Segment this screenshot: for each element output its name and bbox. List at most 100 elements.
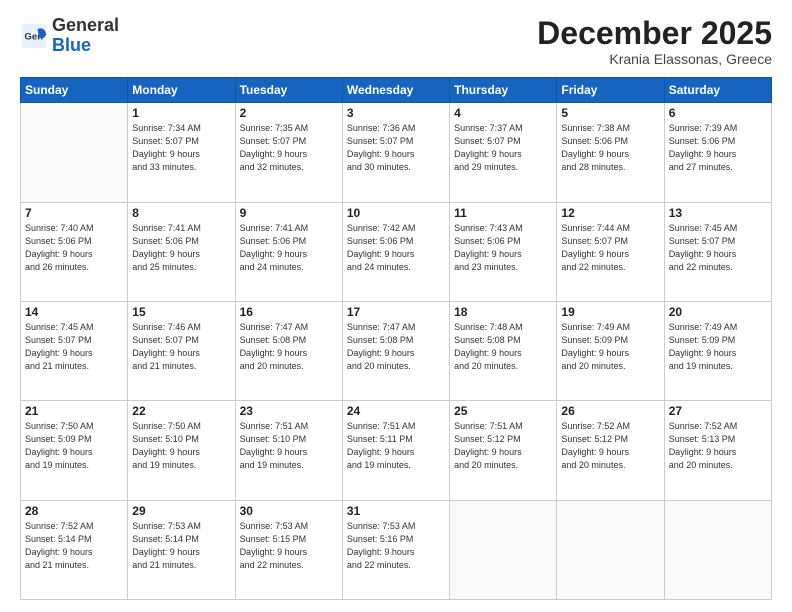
day-info: Sunrise: 7:40 AMSunset: 5:06 PMDaylight:…: [25, 222, 123, 274]
day-number: 13: [669, 206, 767, 220]
calendar-cell: 7 Sunrise: 7:40 AMSunset: 5:06 PMDaylight…: [21, 202, 128, 301]
day-number: 4: [454, 106, 552, 120]
calendar-cell: 1 Sunrise: 7:34 AMSunset: 5:07 PMDaylight…: [128, 103, 235, 202]
logo: Gen General Blue: [20, 16, 119, 56]
calendar-cell: [450, 500, 557, 599]
logo-blue: Blue: [52, 35, 91, 55]
day-info: Sunrise: 7:42 AMSunset: 5:06 PMDaylight:…: [347, 222, 445, 274]
day-info: Sunrise: 7:50 AMSunset: 5:09 PMDaylight:…: [25, 420, 123, 472]
calendar-cell: 5 Sunrise: 7:38 AMSunset: 5:06 PMDaylight…: [557, 103, 664, 202]
calendar-table: SundayMondayTuesdayWednesdayThursdayFrid…: [20, 77, 772, 600]
calendar-cell: 21 Sunrise: 7:50 AMSunset: 5:09 PMDayligh…: [21, 401, 128, 500]
day-number: 2: [240, 106, 338, 120]
calendar-cell: [557, 500, 664, 599]
day-number: 16: [240, 305, 338, 319]
day-number: 29: [132, 504, 230, 518]
calendar-cell: 11Sunrise: 7:43 AMSunset: 5:06 PMDayligh…: [450, 202, 557, 301]
logo-general: General: [52, 15, 119, 35]
day-number: 15: [132, 305, 230, 319]
day-info: Sunrise: 7:48 AMSunset: 5:08 PMDaylight:…: [454, 321, 552, 373]
day-info: Sunrise: 7:47 AMSunset: 5:08 PMDaylight:…: [240, 321, 338, 373]
calendar-cell: [664, 500, 771, 599]
month-year: December 2025: [537, 16, 772, 51]
day-number: 17: [347, 305, 445, 319]
calendar-cell: 2 Sunrise: 7:35 AMSunset: 5:07 PMDaylight…: [235, 103, 342, 202]
calendar-cell: 26 Sunrise: 7:52 AMSunset: 5:12 PMDayligh…: [557, 401, 664, 500]
day-number: 18: [454, 305, 552, 319]
day-info: Sunrise: 7:45 AMSunset: 5:07 PMDaylight:…: [669, 222, 767, 274]
calendar-cell: 18 Sunrise: 7:48 AMSunset: 5:08 PMDayligh…: [450, 301, 557, 400]
day-info: Sunrise: 7:45 AMSunset: 5:07 PMDaylight:…: [25, 321, 123, 373]
day-info: Sunrise: 7:51 AMSunset: 5:11 PMDaylight:…: [347, 420, 445, 472]
day-number: 30: [240, 504, 338, 518]
weekday-header: Tuesday: [235, 78, 342, 103]
day-number: 9: [240, 206, 338, 220]
calendar-cell: 28 Sunrise: 7:52 AMSunset: 5:14 PMDayligh…: [21, 500, 128, 599]
day-number: 27: [669, 404, 767, 418]
day-info: Sunrise: 7:35 AMSunset: 5:07 PMDaylight:…: [240, 122, 338, 174]
calendar-cell: 6 Sunrise: 7:39 AMSunset: 5:06 PMDaylight…: [664, 103, 771, 202]
day-number: 19: [561, 305, 659, 319]
day-info: Sunrise: 7:52 AMSunset: 5:13 PMDaylight:…: [669, 420, 767, 472]
calendar-cell: 24 Sunrise: 7:51 AMSunset: 5:11 PMDayligh…: [342, 401, 449, 500]
calendar-cell: 23Sunrise: 7:51 AMSunset: 5:10 PMDayligh…: [235, 401, 342, 500]
day-info: Sunrise: 7:49 AMSunset: 5:09 PMDaylight:…: [561, 321, 659, 373]
day-info: Sunrise: 7:53 AMSunset: 5:14 PMDaylight:…: [132, 520, 230, 572]
day-number: 10: [347, 206, 445, 220]
day-number: 25: [454, 404, 552, 418]
day-info: Sunrise: 7:34 AMSunset: 5:07 PMDaylight:…: [132, 122, 230, 174]
calendar-cell: 9Sunrise: 7:41 AMSunset: 5:06 PMDaylight…: [235, 202, 342, 301]
day-info: Sunrise: 7:36 AMSunset: 5:07 PMDaylight:…: [347, 122, 445, 174]
day-number: 11: [454, 206, 552, 220]
weekday-header: Sunday: [21, 78, 128, 103]
day-number: 14: [25, 305, 123, 319]
calendar-cell: 4 Sunrise: 7:37 AMSunset: 5:07 PMDaylight…: [450, 103, 557, 202]
calendar-cell: 14 Sunrise: 7:45 AMSunset: 5:07 PMDayligh…: [21, 301, 128, 400]
header: Gen General Blue December 2025 Krania El…: [20, 16, 772, 67]
calendar-cell: 10 Sunrise: 7:42 AMSunset: 5:06 PMDayligh…: [342, 202, 449, 301]
day-number: 24: [347, 404, 445, 418]
calendar-cell: 17Sunrise: 7:47 AMSunset: 5:08 PMDayligh…: [342, 301, 449, 400]
weekday-header: Friday: [557, 78, 664, 103]
day-info: Sunrise: 7:39 AMSunset: 5:06 PMDaylight:…: [669, 122, 767, 174]
day-info: Sunrise: 7:44 AMSunset: 5:07 PMDaylight:…: [561, 222, 659, 274]
title-block: December 2025 Krania Elassonas, Greece: [537, 16, 772, 67]
day-info: Sunrise: 7:51 AMSunset: 5:12 PMDaylight:…: [454, 420, 552, 472]
calendar-cell: 22 Sunrise: 7:50 AMSunset: 5:10 PMDayligh…: [128, 401, 235, 500]
day-number: 7: [25, 206, 123, 220]
day-number: 26: [561, 404, 659, 418]
day-number: 28: [25, 504, 123, 518]
day-info: Sunrise: 7:49 AMSunset: 5:09 PMDaylight:…: [669, 321, 767, 373]
day-number: 3: [347, 106, 445, 120]
day-info: Sunrise: 7:37 AMSunset: 5:07 PMDaylight:…: [454, 122, 552, 174]
day-number: 6: [669, 106, 767, 120]
day-info: Sunrise: 7:52 AMSunset: 5:14 PMDaylight:…: [25, 520, 123, 572]
day-info: Sunrise: 7:51 AMSunset: 5:10 PMDaylight:…: [240, 420, 338, 472]
day-number: 21: [25, 404, 123, 418]
location: Krania Elassonas, Greece: [537, 51, 772, 67]
day-info: Sunrise: 7:38 AMSunset: 5:06 PMDaylight:…: [561, 122, 659, 174]
day-number: 8: [132, 206, 230, 220]
day-number: 1: [132, 106, 230, 120]
calendar-cell: 27 Sunrise: 7:52 AMSunset: 5:13 PMDayligh…: [664, 401, 771, 500]
weekday-header: Thursday: [450, 78, 557, 103]
weekday-header: Monday: [128, 78, 235, 103]
day-info: Sunrise: 7:41 AMSunset: 5:06 PMDaylight:…: [132, 222, 230, 274]
day-info: Sunrise: 7:53 AMSunset: 5:16 PMDaylight:…: [347, 520, 445, 572]
weekday-header: Wednesday: [342, 78, 449, 103]
logo-icon: Gen: [20, 22, 48, 50]
calendar-cell: 12Sunrise: 7:44 AMSunset: 5:07 PMDayligh…: [557, 202, 664, 301]
calendar-cell: 8 Sunrise: 7:41 AMSunset: 5:06 PMDaylight…: [128, 202, 235, 301]
logo-text: General Blue: [52, 16, 119, 56]
day-info: Sunrise: 7:50 AMSunset: 5:10 PMDaylight:…: [132, 420, 230, 472]
day-number: 22: [132, 404, 230, 418]
calendar-cell: 25 Sunrise: 7:51 AMSunset: 5:12 PMDayligh…: [450, 401, 557, 500]
weekday-header: Saturday: [664, 78, 771, 103]
calendar-cell: 15Sunrise: 7:46 AMSunset: 5:07 PMDayligh…: [128, 301, 235, 400]
calendar-cell: 13 Sunrise: 7:45 AMSunset: 5:07 PMDayligh…: [664, 202, 771, 301]
calendar-cell: 31Sunrise: 7:53 AMSunset: 5:16 PMDayligh…: [342, 500, 449, 599]
calendar-cell: 29 Sunrise: 7:53 AMSunset: 5:14 PMDayligh…: [128, 500, 235, 599]
day-info: Sunrise: 7:52 AMSunset: 5:12 PMDaylight:…: [561, 420, 659, 472]
day-number: 5: [561, 106, 659, 120]
day-info: Sunrise: 7:53 AMSunset: 5:15 PMDaylight:…: [240, 520, 338, 572]
